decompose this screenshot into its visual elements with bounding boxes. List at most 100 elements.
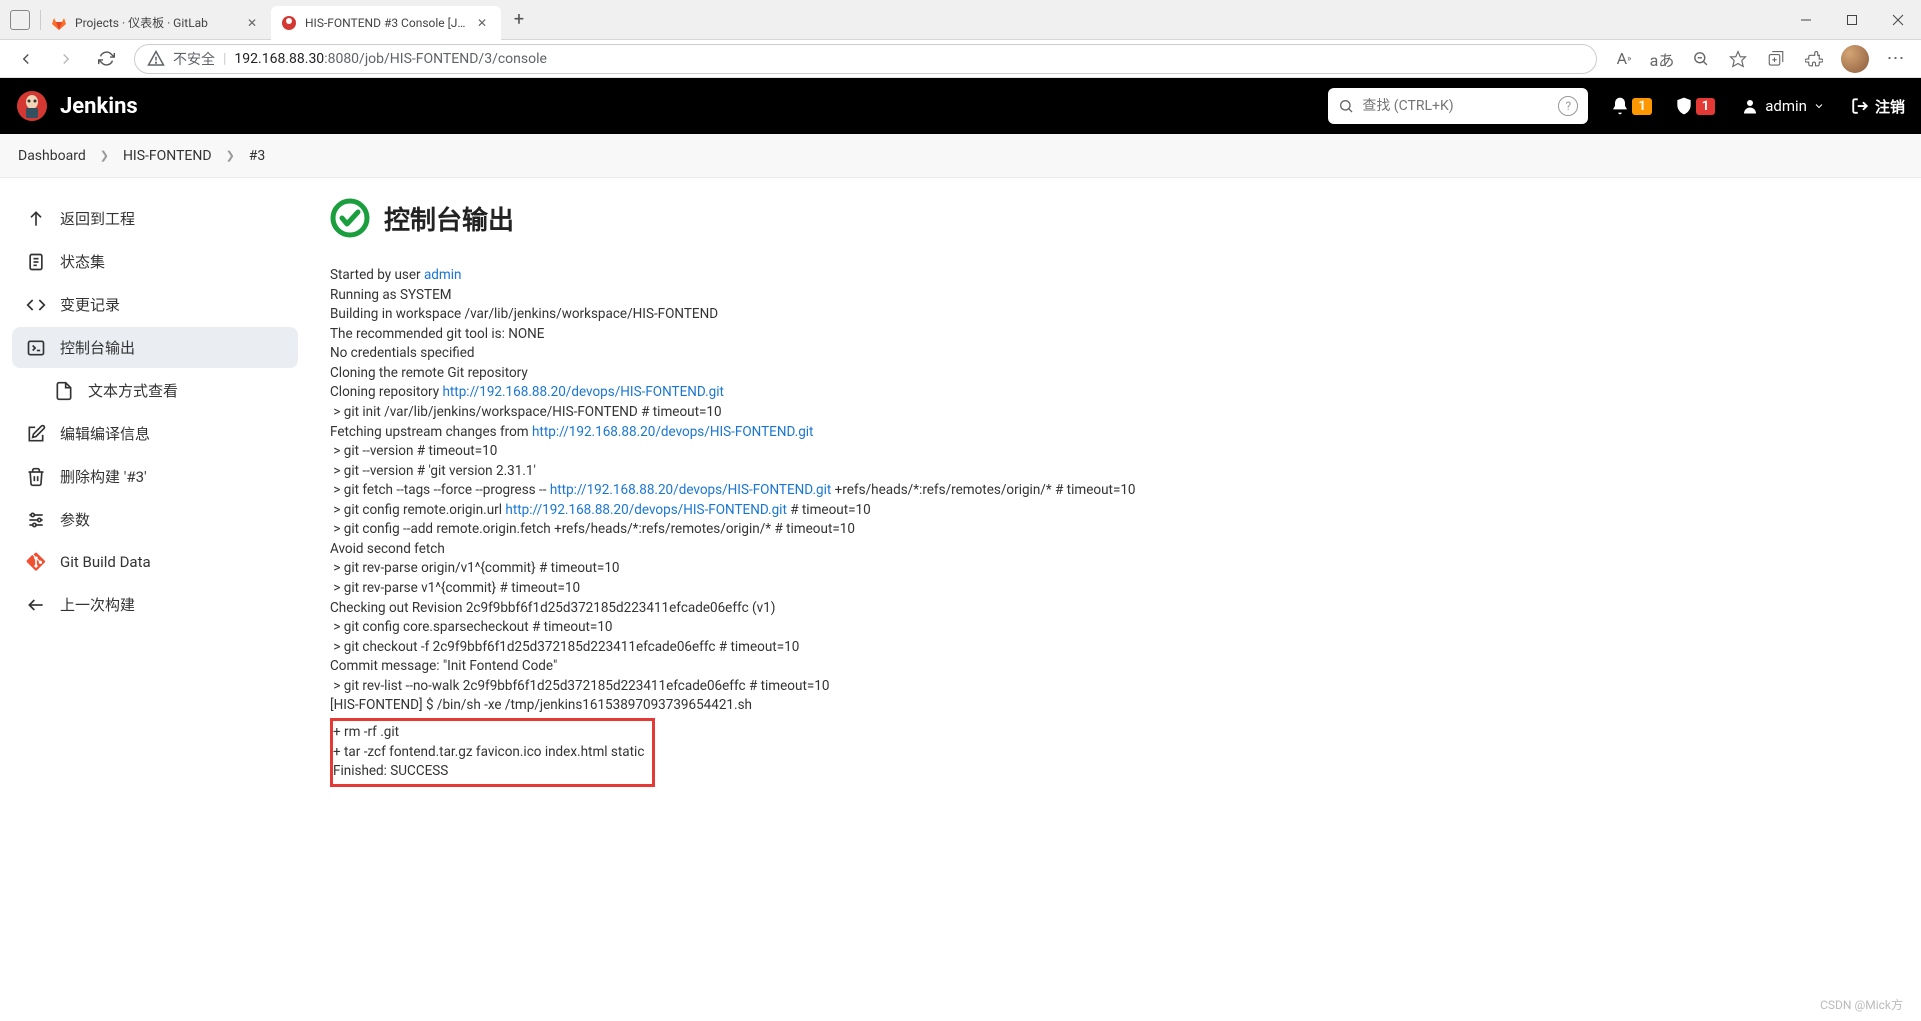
sidebar-item-status[interactable]: 状态集 <box>12 241 298 282</box>
url-input[interactable]: 不安全 | 192.168.88.30:8080/job/HIS-FONTEND… <box>134 44 1597 74</box>
content-area: 返回到工程 状态集 变更记录 控制台输出 文本方式查看 编辑编译信息 删除构建 … <box>0 178 1921 1021</box>
new-tab-button[interactable]: + <box>505 6 533 34</box>
console-repo-link[interactable]: http://192.168.88.20/devops/HIS-FONTEND.… <box>532 424 813 440</box>
arrow-left-icon <box>26 595 46 615</box>
extensions-icon[interactable] <box>1797 43 1831 75</box>
browser-tab-jenkins[interactable]: HIS-FONTEND #3 Console [Jenki ✕ <box>271 6 501 40</box>
user-menu[interactable]: admin <box>1741 97 1825 115</box>
label: 文本方式查看 <box>88 380 178 401</box>
label: 返回到工程 <box>60 208 135 229</box>
breadcrumb-build[interactable]: #3 <box>249 148 266 164</box>
jenkins-logo-icon[interactable] <box>16 90 48 122</box>
sidebar-item-changes[interactable]: 变更记录 <box>12 284 298 325</box>
security-button[interactable]: 1 <box>1674 96 1715 116</box>
sidebar-item-delete-build[interactable]: 删除构建 '#3' <box>12 456 298 497</box>
arrow-up-icon <box>26 209 46 229</box>
main-panel: 控制台输出 Started by user admin Running as S… <box>310 178 1921 1021</box>
label: Git Build Data <box>60 553 151 571</box>
insecure-icon <box>147 50 165 68</box>
notif-badge: 1 <box>1632 98 1651 115</box>
trash-icon <box>26 467 46 487</box>
highlighted-output: + rm -rf .git + tar -zcf fontend.tar.gz … <box>330 718 655 787</box>
search-box[interactable]: ? <box>1328 88 1588 124</box>
url-text: 192.168.88.30:8080/job/HIS-FONTEND/3/con… <box>234 51 547 67</box>
edit-icon <box>26 424 46 444</box>
collections-icon[interactable] <box>1759 43 1793 75</box>
sidebar: 返回到工程 状态集 变更记录 控制台输出 文本方式查看 编辑编译信息 删除构建 … <box>0 178 310 1021</box>
sidebar-item-git-data[interactable]: Git Build Data <box>12 542 298 582</box>
username: admin <box>1765 97 1807 115</box>
minimize-button[interactable] <box>1783 0 1829 40</box>
reload-button[interactable] <box>88 43 124 75</box>
separator: | <box>223 51 226 67</box>
search-icon <box>1338 98 1354 114</box>
console-repo-link[interactable]: http://192.168.88.20/devops/HIS-FONTEND.… <box>442 384 723 400</box>
label: 状态集 <box>60 251 105 272</box>
address-bar: 不安全 | 192.168.88.30:8080/job/HIS-FONTEND… <box>0 40 1921 78</box>
zoom-icon[interactable] <box>1683 43 1717 75</box>
logout-button[interactable]: 注销 <box>1851 96 1905 117</box>
back-button[interactable] <box>8 43 44 75</box>
gitlab-favicon <box>51 15 67 31</box>
tab-title: HIS-FONTEND #3 Console [Jenki <box>305 16 469 30</box>
console-output: Started by user admin Running as SYSTEM … <box>330 266 1881 787</box>
success-icon <box>330 198 370 238</box>
chevron-down-icon <box>1813 100 1825 112</box>
close-icon[interactable]: ✕ <box>477 16 491 30</box>
read-aloud-icon[interactable]: A» <box>1607 43 1641 75</box>
shield-icon <box>1674 96 1694 116</box>
translate-icon[interactable]: aあ <box>1645 43 1679 75</box>
file-icon <box>54 381 74 401</box>
breadcrumb-job[interactable]: HIS-FONTEND <box>123 148 212 164</box>
menu-button[interactable]: ⋯ <box>1879 43 1913 75</box>
maximize-button[interactable] <box>1829 0 1875 40</box>
sliders-icon <box>26 510 46 530</box>
label: 删除构建 '#3' <box>60 466 147 487</box>
sidebar-item-edit-build[interactable]: 编辑编译信息 <box>12 413 298 454</box>
sidebar-item-console[interactable]: 控制台输出 <box>12 327 298 368</box>
label: 上一次构建 <box>60 594 135 615</box>
breadcrumb: Dashboard ❯ HIS-FONTEND ❯ #3 <box>0 134 1921 178</box>
browser-tab-gitlab[interactable]: Projects · 仪表板 · GitLab ✕ <box>41 6 271 40</box>
close-icon[interactable]: ✕ <box>247 16 261 30</box>
chevron-right-icon: ❯ <box>100 149 109 162</box>
sidebar-item-params[interactable]: 参数 <box>12 499 298 540</box>
breadcrumb-dashboard[interactable]: Dashboard <box>18 148 86 164</box>
console-repo-link[interactable]: http://192.168.88.20/devops/HIS-FONTEND.… <box>505 502 786 518</box>
help-icon[interactable]: ? <box>1558 96 1578 116</box>
sidebar-item-back[interactable]: 返回到工程 <box>12 198 298 239</box>
jenkins-brand[interactable]: Jenkins <box>60 94 138 119</box>
tab-overview-icon[interactable] <box>10 10 30 30</box>
chevron-right-icon: ❯ <box>226 149 235 162</box>
git-icon <box>26 552 46 572</box>
jenkins-favicon <box>281 15 297 31</box>
logout-label: 注销 <box>1875 96 1905 117</box>
tab-title: Projects · 仪表板 · GitLab <box>75 14 239 31</box>
favorite-icon[interactable] <box>1721 43 1755 75</box>
logout-icon <box>1851 97 1869 115</box>
console-user-link[interactable]: admin <box>424 267 462 283</box>
label: 控制台输出 <box>60 337 135 358</box>
document-icon <box>26 252 46 272</box>
code-icon <box>26 295 46 315</box>
window-controls <box>1783 0 1921 40</box>
notifications-button[interactable]: 1 <box>1610 96 1651 116</box>
sidebar-item-text-view[interactable]: 文本方式查看 <box>12 370 298 411</box>
jenkins-header: Jenkins ? 1 1 admin 注销 <box>0 78 1921 134</box>
label: 参数 <box>60 509 90 530</box>
user-icon <box>1741 97 1759 115</box>
profile-avatar[interactable] <box>1841 45 1869 73</box>
terminal-icon <box>26 338 46 358</box>
label: 编辑编译信息 <box>60 423 150 444</box>
close-button[interactable] <box>1875 0 1921 40</box>
bell-icon <box>1610 96 1630 116</box>
search-input[interactable] <box>1362 98 1550 114</box>
console-repo-link[interactable]: http://192.168.88.20/devops/HIS-FONTEND.… <box>550 482 831 498</box>
page-heading: 控制台输出 <box>330 198 1881 238</box>
sidebar-item-prev-build[interactable]: 上一次构建 <box>12 584 298 625</box>
security-badge: 1 <box>1696 98 1715 115</box>
page-title: 控制台输出 <box>384 200 514 237</box>
watermark: CSDN @Mick方 <box>1820 996 1903 1013</box>
browser-tab-strip: Projects · 仪表板 · GitLab ✕ HIS-FONTEND #3… <box>0 0 1921 40</box>
forward-button[interactable] <box>48 43 84 75</box>
